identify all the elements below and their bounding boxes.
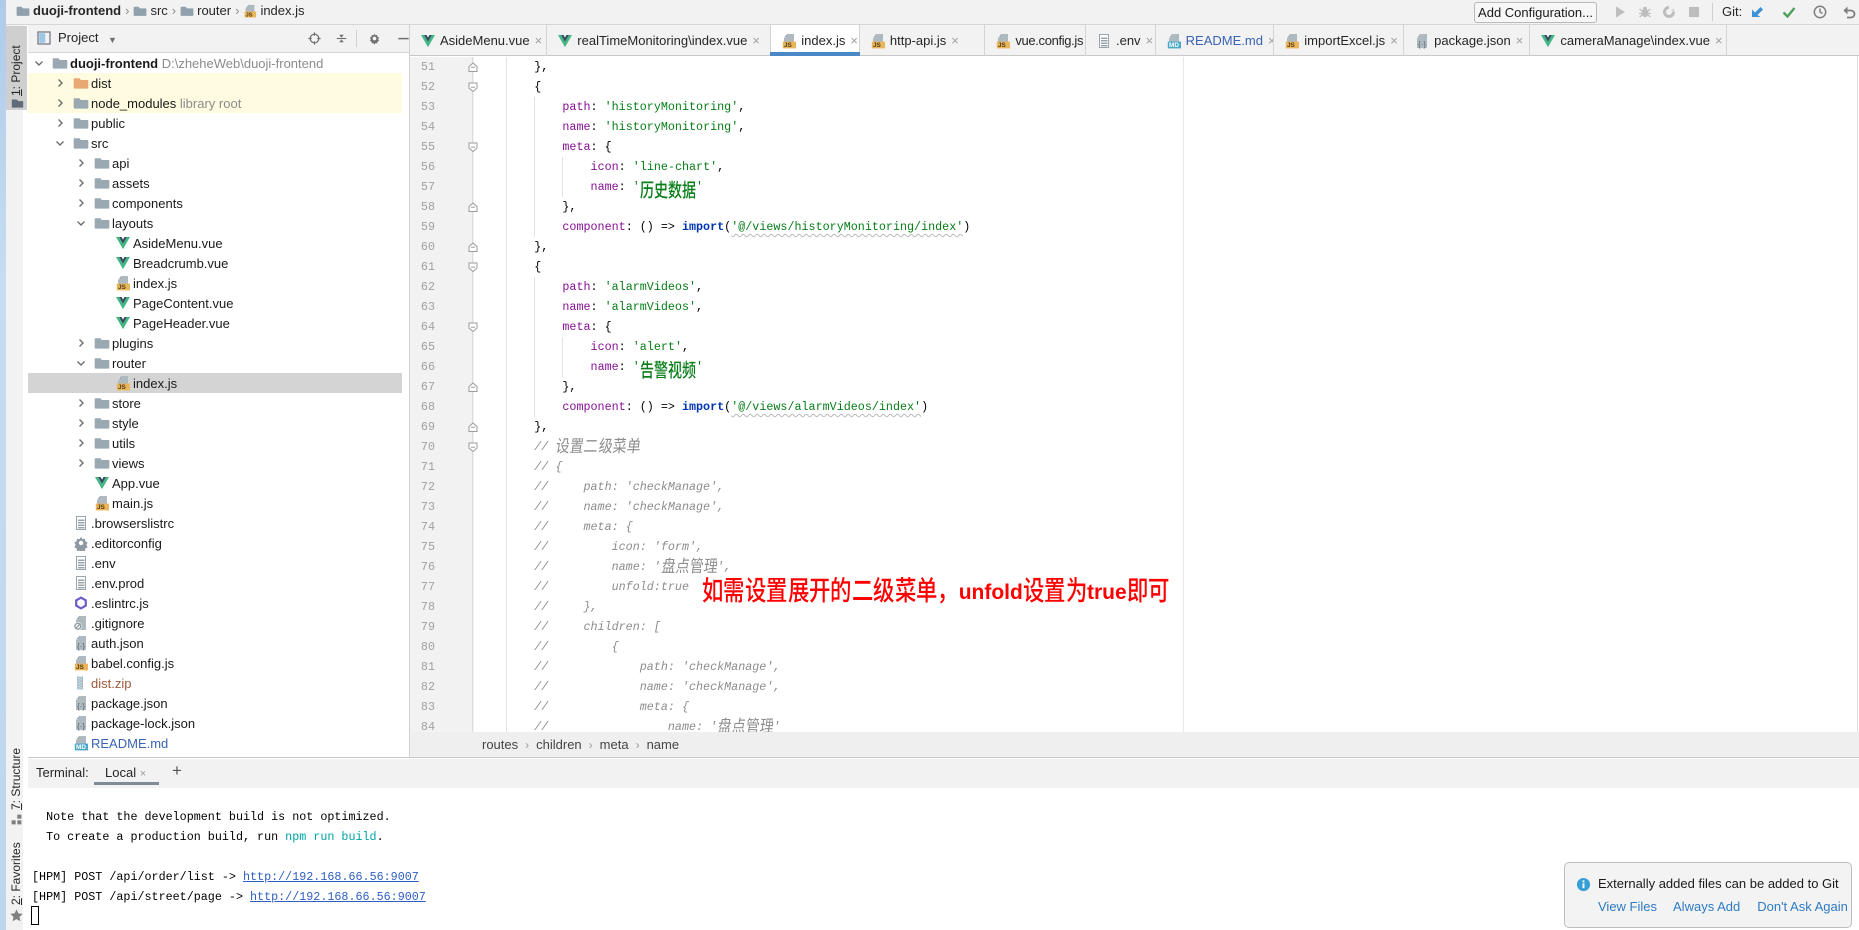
svg-text:JS: JS: [1287, 42, 1296, 49]
svg-text:JS: JS: [118, 384, 127, 391]
svg-text:{·}: {·}: [1418, 40, 1426, 49]
svg-text:MD: MD: [76, 744, 86, 751]
svg-text:MD: MD: [1169, 42, 1179, 49]
svg-text:JS: JS: [97, 504, 106, 511]
svg-text:JS: JS: [784, 42, 793, 49]
svg-text:JS: JS: [76, 664, 85, 671]
svg-text:{·}: {·}: [77, 642, 85, 651]
svg-text:JS: JS: [873, 42, 882, 49]
svg-text:JS: JS: [998, 42, 1007, 49]
svg-text:JS: JS: [118, 284, 127, 291]
svg-text:{·}: {·}: [77, 702, 85, 711]
svg-text:{·}: {·}: [77, 722, 85, 731]
svg-text:JS: JS: [246, 12, 253, 18]
